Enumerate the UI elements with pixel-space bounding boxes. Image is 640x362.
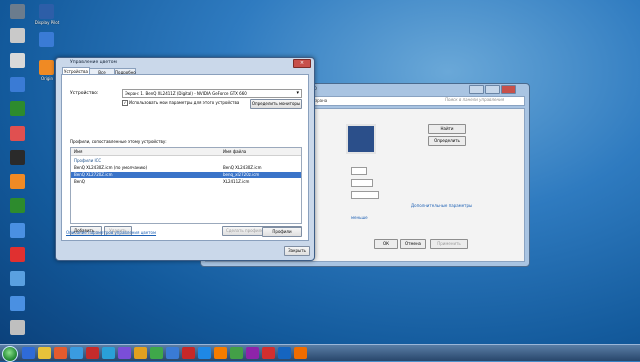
taskbar-app-icon[interactable] <box>86 347 99 359</box>
profile-row[interactable]: BenQ XL2720Z.icm benq_xl2720z.icm <box>71 172 301 178</box>
desktop-icon[interactable] <box>1 101 35 127</box>
taskbar-app-icon[interactable] <box>134 347 147 359</box>
app-icon <box>10 198 25 214</box>
desktop-icon[interactable] <box>1 271 35 297</box>
maximize-button[interactable] <box>485 85 500 94</box>
taskbar-app-icon[interactable] <box>230 347 243 359</box>
desktop-icon[interactable] <box>1 149 35 176</box>
list-group: Профили ICC <box>71 158 301 164</box>
chevron-down-icon: ▾ <box>296 90 299 96</box>
app-icon <box>10 52 25 68</box>
resolution-dropdown[interactable] <box>351 179 373 187</box>
app-icon <box>10 319 25 335</box>
identify-monitors-button[interactable]: Определить мониторы <box>250 99 302 109</box>
app-icon <box>10 247 25 262</box>
profile-name: BenQ XL2720Z.icm <box>74 172 113 177</box>
advanced-settings-link[interactable]: Дополнительные параметры <box>411 203 472 208</box>
orientation-dropdown[interactable] <box>351 191 379 199</box>
column-file[interactable]: Имя файла <box>223 149 246 154</box>
taskbar-app-icon[interactable] <box>278 347 291 359</box>
close-button[interactable]: × <box>293 59 311 68</box>
taskbar-app-icon[interactable] <box>294 347 307 359</box>
taskbar-app-icon[interactable] <box>118 347 131 359</box>
display-dropdown[interactable] <box>351 167 367 175</box>
app-icon <box>39 60 54 75</box>
taskbar-app-icon[interactable] <box>246 347 259 359</box>
app-icon <box>10 4 25 19</box>
desktop-icon[interactable] <box>1 247 35 273</box>
use-my-settings-label: Использовать мои параметры для этого уст… <box>129 100 240 105</box>
desktop-icon-label: Display Pilot <box>34 20 60 25</box>
profile-file: BenQ XL2430Z.icm <box>223 165 262 170</box>
apply-button[interactable]: Применить <box>430 239 468 249</box>
color-management-window[interactable]: Управление цветом × Устройства Все профи… <box>55 57 315 261</box>
profile-file: benq_xl2720z.icm <box>223 172 260 177</box>
profiles-label: Профили, сопоставленные этому устройству… <box>70 139 167 144</box>
app-icon <box>10 271 25 287</box>
app-icon <box>10 295 25 311</box>
text-size-link[interactable]: меньше <box>351 215 368 220</box>
desktop-icon[interactable] <box>1 295 35 322</box>
ok-button[interactable]: ОК <box>374 239 398 249</box>
device-label: Устройство: <box>70 91 99 96</box>
taskbar-app-icon[interactable] <box>150 347 163 359</box>
app-icon <box>10 28 25 44</box>
app-icon <box>39 4 54 19</box>
device-select[interactable]: Экран: 1. BenQ XL2411Z (Digital) - NVIDI… <box>122 89 302 98</box>
use-my-settings-checkbox[interactable]: ✓ <box>122 100 128 106</box>
app-icon <box>10 222 25 238</box>
group-label: Профили ICC <box>74 158 102 163</box>
desktop-icon[interactable] <box>1 125 35 152</box>
desktop-icon[interactable] <box>1 198 35 224</box>
taskbar-app-icon[interactable] <box>38 347 51 359</box>
taskbar-app-icon[interactable] <box>182 347 195 359</box>
taskbar-app-icon[interactable] <box>198 347 211 359</box>
profile-row[interactable]: BenQ XL2430Z.icm (по умолчанию) BenQ XL24… <box>71 165 301 171</box>
taskbar <box>0 344 640 362</box>
desktop-icon[interactable] <box>1 319 35 346</box>
identify-button[interactable]: Определить <box>428 136 466 146</box>
desktop-icon[interactable] <box>30 32 64 58</box>
profile-name: BenQ <box>74 179 85 184</box>
device-value: Экран: 1. BenQ XL2411Z (Digital) - NVIDI… <box>125 91 247 96</box>
app-icon <box>10 149 25 165</box>
taskbar-app-icon[interactable] <box>54 347 67 359</box>
close-button[interactable] <box>501 85 516 94</box>
list-header: Имя Имя файла <box>71 148 301 156</box>
profile-list[interactable]: Имя Имя файла Профили ICC BenQ XL2430Z.i… <box>70 147 302 224</box>
taskbar-app-icon[interactable] <box>166 347 179 359</box>
taskbar-app-icon[interactable] <box>70 347 83 359</box>
profile-file: XL2411Z.icm <box>223 179 250 184</box>
address-text: зрана <box>315 98 328 103</box>
find-button[interactable]: Найти <box>428 124 466 134</box>
desktop-icon[interactable] <box>1 174 35 200</box>
app-icon <box>10 101 25 117</box>
taskbar-app-icon[interactable] <box>102 347 115 359</box>
taskbar-app-icon[interactable] <box>214 347 227 359</box>
app-icon <box>10 174 25 190</box>
monitor-icon[interactable] <box>346 124 376 154</box>
app-icon <box>10 125 25 141</box>
app-icon <box>10 76 25 92</box>
close-window-button[interactable]: Закрыть <box>284 246 310 256</box>
taskbar-app-icon[interactable] <box>262 347 275 359</box>
app-icon <box>39 32 54 47</box>
search-input[interactable]: Поиск в панели управления <box>445 97 521 103</box>
column-name[interactable]: Имя <box>74 149 82 154</box>
profiles-button[interactable]: Профили <box>262 227 302 237</box>
desktop-icon[interactable]: Display Pilot <box>30 4 64 30</box>
profile-row[interactable]: BenQ XL2411Z.icm <box>71 179 301 185</box>
devices-panel: Устройство: Экран: 1. BenQ XL2411Z (Digi… <box>61 74 309 241</box>
help-link[interactable]: Описание параметров управления цветом <box>66 230 156 235</box>
window-title: Управление цветом <box>70 60 117 65</box>
minimize-button[interactable] <box>469 85 484 94</box>
taskbar-app-icon[interactable] <box>22 347 35 359</box>
cancel-button[interactable]: Отмена <box>400 239 426 249</box>
desktop-icon[interactable] <box>1 222 35 249</box>
profile-name: BenQ XL2430Z.icm (по умолчанию) <box>74 165 148 170</box>
